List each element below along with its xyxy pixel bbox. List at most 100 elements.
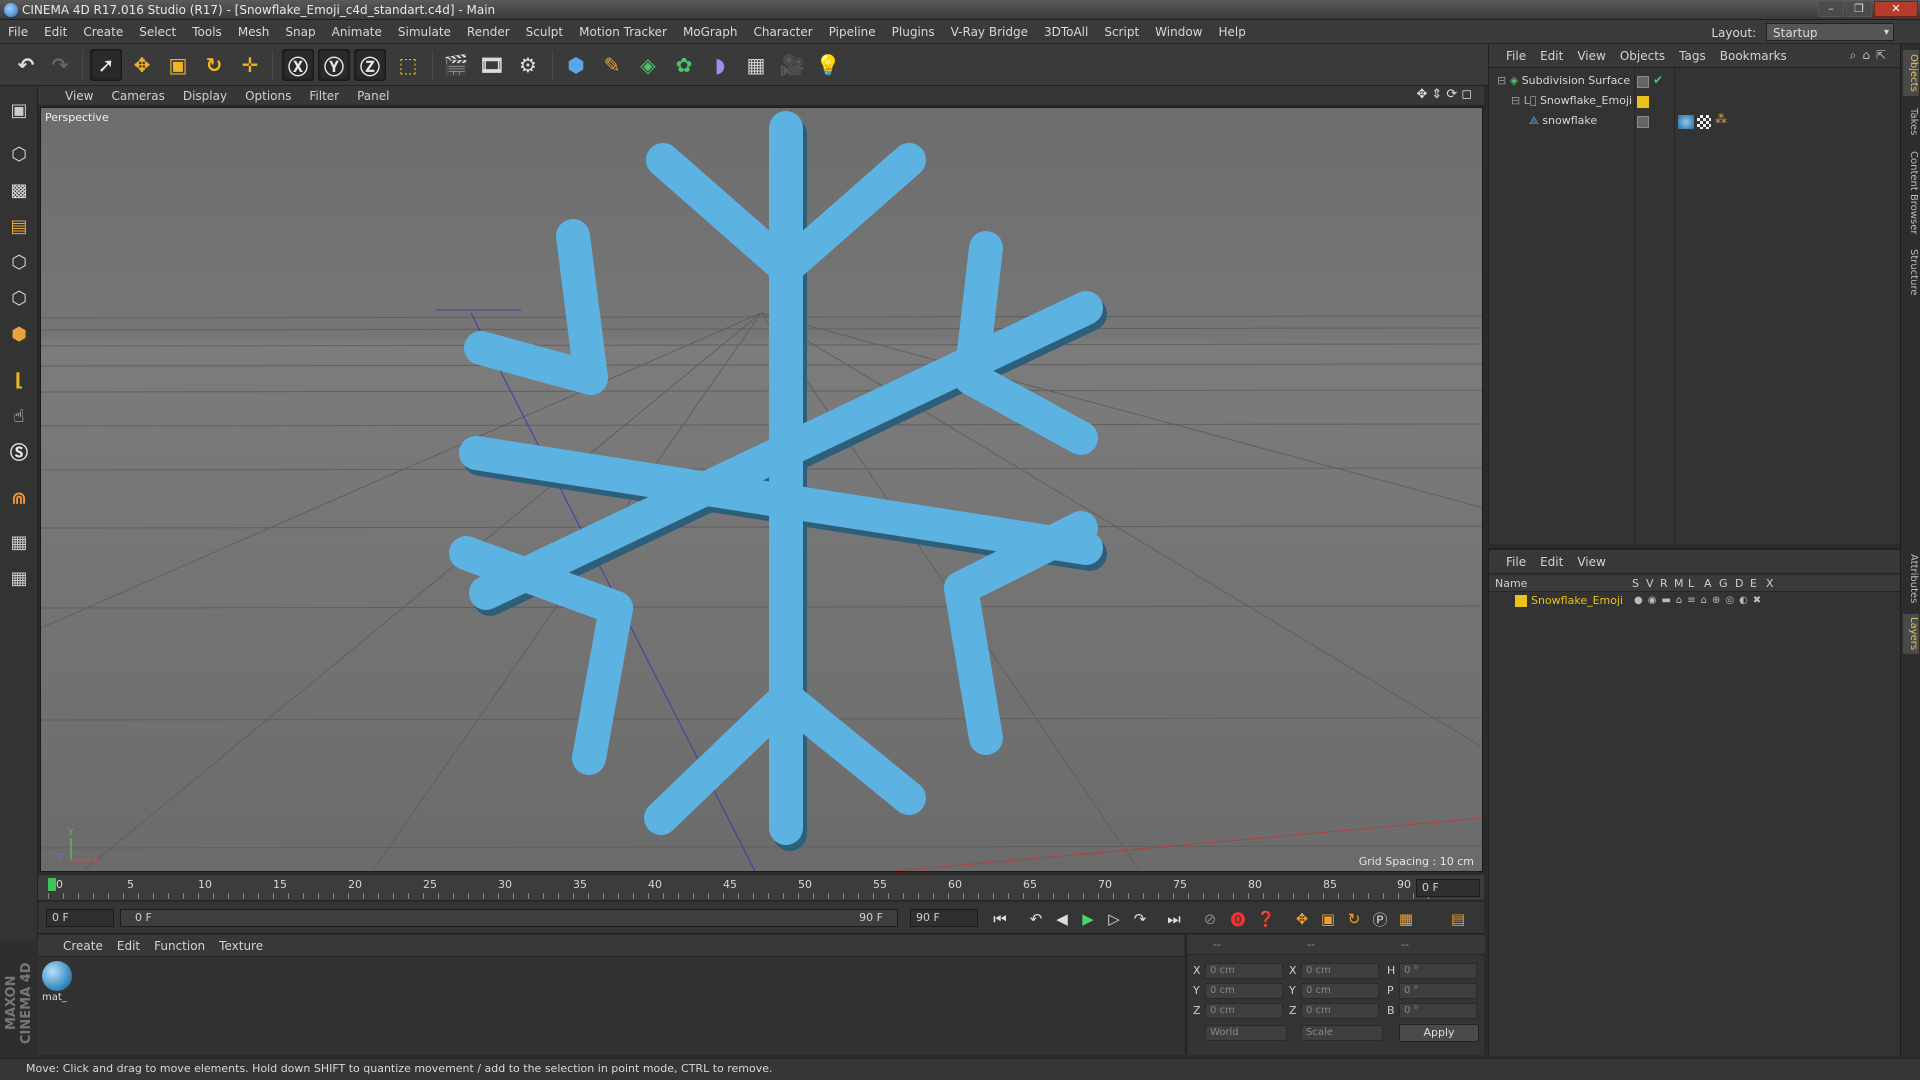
search-icon[interactable]: ⌕⌂⇱: [1850, 48, 1892, 63]
menu-render[interactable]: Render: [459, 20, 518, 44]
tweak-mode-icon[interactable]: ☝: [3, 400, 35, 432]
deformer-icon[interactable]: ◗: [704, 49, 736, 81]
coordinate-space-dropdown[interactable]: World: [1205, 1025, 1287, 1041]
size-y-field[interactable]: 0 cm: [1301, 983, 1379, 999]
viewport-menu-options[interactable]: Options: [236, 86, 300, 106]
material-menu-create[interactable]: Create: [56, 935, 110, 957]
previous-key-icon[interactable]: ↶: [1024, 907, 1048, 931]
x-axis-lock-icon[interactable]: Ⓧ: [282, 49, 314, 81]
enabled-check-icon[interactable]: ✔: [1653, 73, 1663, 87]
menu-mograph[interactable]: MoGraph: [675, 20, 746, 44]
minimize-button[interactable]: –: [1818, 1, 1844, 17]
key-scale-icon[interactable]: ▣: [1316, 907, 1340, 931]
menu-window[interactable]: Window: [1147, 20, 1210, 44]
workplane-lock-icon[interactable]: ▦: [3, 526, 35, 558]
key-parameter-icon[interactable]: Ⓟ: [1368, 907, 1392, 931]
coordinate-system-icon[interactable]: ⬚: [392, 49, 424, 81]
viewport-menu-panel[interactable]: Panel: [348, 86, 398, 106]
menu-file[interactable]: File: [0, 20, 36, 44]
layers-menu-view[interactable]: View: [1570, 550, 1612, 574]
tree-row-snowflake-emoji[interactable]: ⊟ L⃞ Snowflake_Emoji: [1511, 92, 1632, 110]
menu-animate[interactable]: Animate: [324, 20, 390, 44]
scale-tool-icon[interactable]: ▣: [162, 49, 194, 81]
tab-structure[interactable]: Structure: [1903, 244, 1919, 300]
menu-vray-bridge[interactable]: V-Ray Bridge: [943, 20, 1036, 44]
tab-layers[interactable]: Layers: [1903, 614, 1919, 654]
frame-range-slider[interactable]: 0 F 90 F: [120, 909, 898, 927]
edges-mode-icon[interactable]: ⬡: [3, 282, 35, 314]
timeline-window-icon[interactable]: ▤: [1446, 907, 1470, 931]
tree-row-snowflake[interactable]: ⟁ snowflake: [1529, 112, 1597, 130]
render-picture-viewer-icon[interactable]: 🎞: [476, 49, 508, 81]
redo-icon[interactable]: ↷: [44, 49, 76, 81]
live-selection-icon[interactable]: ➚: [90, 49, 122, 81]
objects-menu-file[interactable]: File: [1499, 44, 1533, 68]
workplane-mode-icon[interactable]: ▤: [3, 210, 35, 242]
cube-object-icon[interactable]: ⬢: [560, 49, 592, 81]
layer-toggle-icons[interactable]: ●◉▬⌂≡⌂⊕◎◐✖: [1634, 592, 1766, 610]
play-forward-icon[interactable]: ▶: [1076, 907, 1100, 931]
tab-content-browser[interactable]: Content Browser: [1903, 148, 1919, 238]
next-frame-icon[interactable]: ▷: [1102, 907, 1126, 931]
layers-menu-edit[interactable]: Edit: [1533, 550, 1570, 574]
render-settings-icon[interactable]: ⚙: [512, 49, 544, 81]
restore-button[interactable]: ❐: [1846, 1, 1872, 17]
current-frame-field[interactable]: 0 F: [1416, 879, 1480, 897]
transform-tool-icon[interactable]: ✛: [234, 49, 266, 81]
layer-name[interactable]: Snowflake_Emoji: [1531, 592, 1623, 610]
viewport-menu-display[interactable]: Display: [174, 86, 236, 106]
menu-sculpt[interactable]: Sculpt: [518, 20, 571, 44]
spline-pen-icon[interactable]: ✎: [596, 49, 628, 81]
key-position-icon[interactable]: ✥: [1290, 907, 1314, 931]
polygons-mode-icon[interactable]: ⬢: [3, 318, 35, 350]
viewport-menu-view[interactable]: View: [56, 86, 102, 106]
objects-menu-tags[interactable]: Tags: [1672, 44, 1713, 68]
subdivision-surface-icon[interactable]: ◈: [632, 49, 664, 81]
position-y-field[interactable]: 0 cm: [1205, 983, 1283, 999]
rotate-tool-icon[interactable]: ↻: [198, 49, 230, 81]
3d-viewport[interactable]: Y X Z Perspective Grid Spacing : 10 cm: [40, 107, 1483, 872]
apply-button[interactable]: Apply: [1399, 1024, 1479, 1042]
render-view-icon[interactable]: 🎬: [440, 49, 472, 81]
tab-objects[interactable]: Objects: [1903, 50, 1919, 96]
points-mode-icon[interactable]: ⬡: [3, 246, 35, 278]
material-preview-swatch[interactable]: [42, 961, 72, 991]
move-tool-icon[interactable]: ✥: [126, 49, 158, 81]
editor-visibility-toggle[interactable]: [1637, 116, 1649, 128]
camera-icon[interactable]: 🎥: [776, 49, 808, 81]
workplane-grid-icon[interactable]: ▦: [3, 562, 35, 594]
solo-mode-icon[interactable]: Ⓢ: [3, 436, 35, 468]
texture-tag-icon[interactable]: [1697, 115, 1711, 129]
floor-environment-icon[interactable]: ▦: [740, 49, 772, 81]
keyframe-selection-icon[interactable]: ⊘: [1198, 907, 1222, 931]
size-z-field[interactable]: 0 cm: [1301, 1003, 1379, 1019]
position-x-field[interactable]: 0 cm: [1205, 963, 1283, 979]
snapping-icon[interactable]: ⋒: [3, 482, 35, 514]
objects-menu-objects[interactable]: Objects: [1613, 44, 1672, 68]
material-menu-texture[interactable]: Texture: [212, 935, 270, 957]
menu-pipeline[interactable]: Pipeline: [821, 20, 884, 44]
tree-row-subdivision-surface[interactable]: ⊟ ◈ Subdivision Surface: [1497, 72, 1630, 90]
menu-create[interactable]: Create: [75, 20, 131, 44]
viewport-nav-icons[interactable]: ✥⇕⟳◻: [1417, 87, 1476, 102]
menu-tools[interactable]: Tools: [184, 20, 230, 44]
y-axis-lock-icon[interactable]: Ⓨ: [318, 49, 350, 81]
material-tag-icon[interactable]: [1678, 115, 1694, 129]
menu-script[interactable]: Script: [1096, 20, 1147, 44]
tab-attributes[interactable]: Attributes: [1903, 549, 1919, 609]
record-active-objects-icon[interactable]: ⓿: [1226, 907, 1250, 931]
viewport-menu-cameras[interactable]: Cameras: [102, 86, 173, 106]
coordinate-mode-dropdown[interactable]: Scale: [1301, 1025, 1383, 1041]
autokeying-icon[interactable]: ❓: [1254, 907, 1278, 931]
menu-mesh[interactable]: Mesh: [230, 20, 278, 44]
objects-menu-edit[interactable]: Edit: [1533, 44, 1570, 68]
playhead[interactable]: [48, 878, 56, 891]
menu-plugins[interactable]: Plugins: [884, 20, 943, 44]
menu-simulate[interactable]: Simulate: [390, 20, 459, 44]
menu-select[interactable]: Select: [131, 20, 184, 44]
texture-mode-icon[interactable]: ▩: [3, 174, 35, 206]
next-key-icon[interactable]: ↷: [1128, 907, 1152, 931]
go-to-start-icon[interactable]: ⏮: [988, 907, 1012, 931]
z-axis-lock-icon[interactable]: Ⓩ: [354, 49, 386, 81]
objects-menu-bookmarks[interactable]: Bookmarks: [1713, 44, 1794, 68]
